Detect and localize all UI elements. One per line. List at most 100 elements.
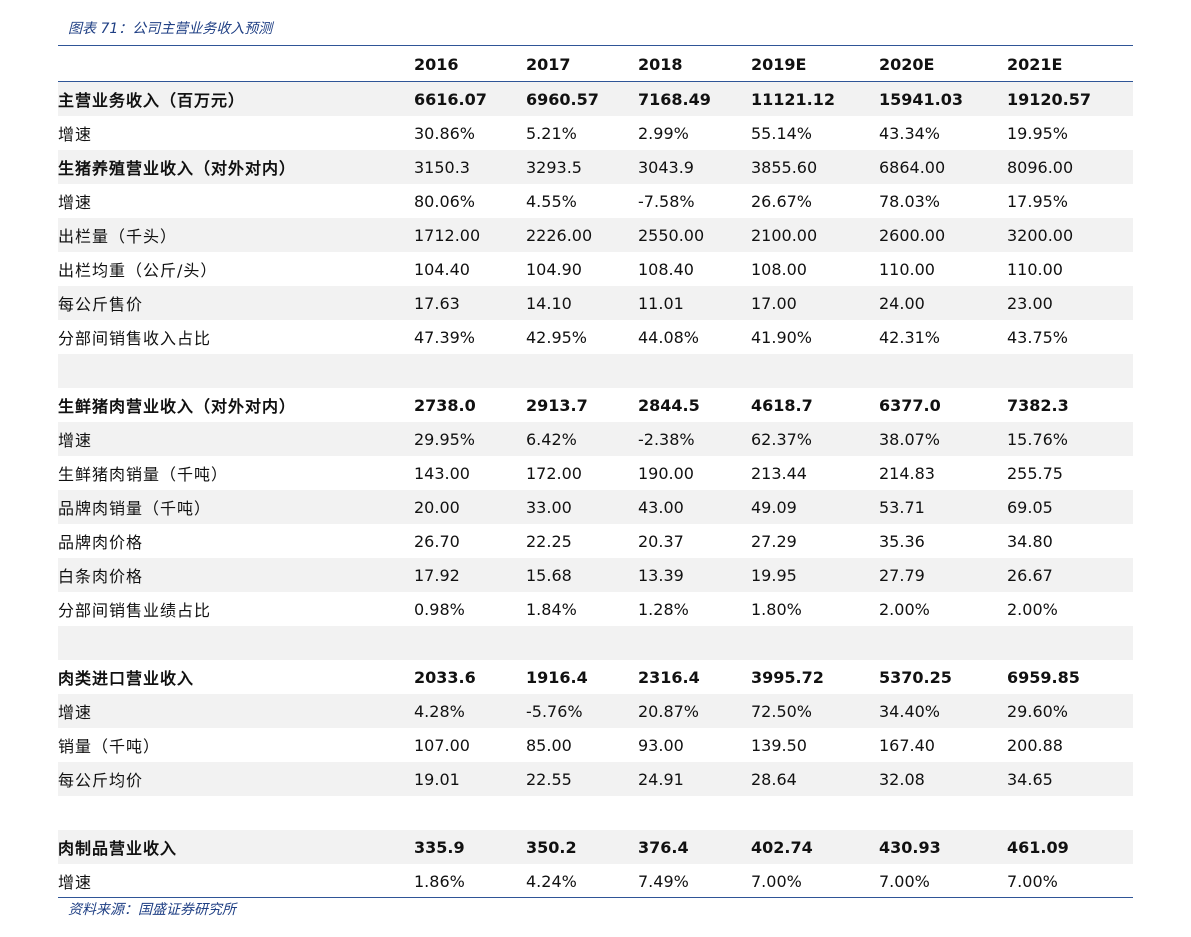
table-cell: 34.40%	[879, 694, 1007, 728]
table-cell: 1.28%	[638, 599, 689, 619]
table-cell: 17.00	[751, 286, 879, 320]
source-note: 资料来源：国盛证券研究所	[68, 902, 236, 918]
table-cell: 19.95%	[1007, 123, 1069, 143]
table-cell: 27.29	[751, 531, 797, 551]
table-cell: 43.34%	[879, 123, 941, 143]
table-row: 肉类进口营业收入 2033.6 1916.4 2316.4 3995.72 53…	[58, 660, 1133, 694]
row-label: 销量（千吨）	[58, 737, 161, 756]
table-row: 每公斤均价 19.01 22.55 24.91 28.64 32.08 34.6…	[58, 762, 1133, 796]
table-cell: 2844.5	[638, 395, 700, 415]
table-cell: 15.76%	[1007, 422, 1133, 456]
row-label: 每公斤售价	[58, 286, 414, 320]
table-cell: 430.93	[879, 830, 1007, 864]
column-header: 2017	[526, 47, 638, 82]
table-cell: 139.50	[751, 735, 807, 755]
table-cell: 190.00	[638, 463, 694, 483]
table-cell: 4.55%	[526, 191, 577, 211]
table-cell: 167.40	[879, 735, 935, 755]
table-cell: 108.00	[751, 259, 807, 279]
column-header: 2016	[414, 47, 526, 82]
table-cell: 49.09	[751, 490, 879, 524]
table-cell: 108.40	[638, 259, 694, 279]
table-row: 销量（千吨） 107.00 85.00 93.00 139.50 167.40 …	[58, 728, 1133, 762]
table-cell: 214.83	[879, 463, 935, 483]
row-label: 出栏均重（公斤/头）	[58, 261, 218, 280]
table-cell: 5.21%	[526, 123, 577, 143]
spacer-row	[58, 796, 1133, 830]
table-cell: 7382.3	[1007, 395, 1069, 415]
table-cell: 29.60%	[1007, 694, 1133, 728]
row-label: 每公斤均价	[58, 762, 414, 796]
table-cell: 7.00%	[879, 871, 930, 891]
table-cell: 8096.00	[1007, 150, 1133, 184]
table-cell: 350.2	[526, 830, 638, 864]
table-cell: 20.00	[414, 490, 526, 524]
table-cell: 2600.00	[879, 218, 1007, 252]
table-cell: 15.68	[526, 558, 638, 592]
table-row: 生鲜猪肉销量（千吨） 143.00 172.00 190.00 213.44 2…	[58, 456, 1133, 490]
table-cell: 30.86%	[414, 123, 476, 143]
table-cell: 19.95	[751, 558, 879, 592]
row-label: 生猪养殖营业收入（对外对内）	[58, 150, 414, 184]
table-row: 生猪养殖营业收入（对外对内） 3150.3 3293.5 3043.9 3855…	[58, 150, 1133, 184]
row-label: 增速	[58, 125, 93, 144]
row-label: 增速	[58, 422, 414, 456]
table-cell: 26.67	[1007, 558, 1133, 592]
table-cell: 2913.7	[526, 395, 588, 415]
table-cell: 44.08%	[638, 327, 700, 347]
table-cell: 6.42%	[526, 422, 638, 456]
column-header: 2018	[638, 47, 751, 82]
revenue-forecast-table: 2016 2017 2018 2019E 2020E 2021E 主营业务收入（…	[58, 47, 1133, 898]
header-label-cell	[58, 47, 414, 82]
table-cell: 172.00	[526, 463, 582, 483]
table-cell: 376.4	[638, 830, 751, 864]
table-cell: 34.65	[1007, 762, 1133, 796]
table-cell: 6864.00	[879, 150, 1007, 184]
table-cell: 34.80	[1007, 531, 1053, 551]
table-cell: 43.00	[638, 490, 751, 524]
table-cell: 6959.85	[1007, 667, 1080, 687]
table-cell: 22.25	[526, 531, 572, 551]
table-cell: 53.71	[879, 490, 1007, 524]
table-row: 增速 29.95% 6.42% -2.38% 62.37% 38.07% 15.…	[58, 422, 1133, 456]
table-cell: 15941.03	[879, 81, 1007, 116]
table-cell: 11.01	[638, 286, 751, 320]
table-cell: 6616.07	[414, 81, 526, 116]
table-cell: 461.09	[1007, 830, 1133, 864]
row-label: 分部间销售收入占比	[58, 329, 212, 348]
table-row: 增速 1.86% 4.24% 7.49% 7.00% 7.00% 7.00%	[58, 864, 1133, 898]
table-cell: 33.00	[526, 490, 638, 524]
column-header: 2019E	[751, 47, 879, 82]
table-cell: 4618.7	[751, 395, 813, 415]
table-cell: 0.98%	[414, 599, 465, 619]
table-cell: -7.58%	[638, 191, 695, 211]
table-cell: 3150.3	[414, 150, 526, 184]
table-cell: 7.00%	[751, 871, 802, 891]
figure-title: 图表 71：公司主营业务收入预测	[68, 21, 273, 37]
table-cell: 3995.72	[751, 667, 824, 687]
table-row: 白条肉价格 17.92 15.68 13.39 19.95 27.79 26.6…	[58, 558, 1133, 592]
table-cell: 22.55	[526, 762, 638, 796]
row-label: 主营业务收入（百万元）	[58, 81, 414, 116]
row-label: 分部间销售业绩占比	[58, 601, 212, 620]
table-cell: 41.90%	[751, 327, 813, 347]
table-cell: -2.38%	[638, 422, 751, 456]
table-row: 品牌肉价格 26.70 22.25 20.37 27.29 35.36 34.8…	[58, 524, 1133, 558]
spacer-row	[58, 626, 1133, 660]
table-cell: 17.95%	[1007, 191, 1069, 211]
table-cell: 2.00%	[879, 599, 930, 619]
table-cell: 17.92	[414, 558, 526, 592]
table-cell: 26.70	[414, 531, 460, 551]
table-cell: 23.00	[1007, 286, 1133, 320]
table-cell: 143.00	[414, 463, 470, 483]
table-cell: 2316.4	[638, 667, 700, 687]
table-cell: 24.91	[638, 762, 751, 796]
table-cell: 2550.00	[638, 218, 751, 252]
table-row: 肉制品营业收入 335.9 350.2 376.4 402.74 430.93 …	[58, 830, 1133, 864]
table-cell: 19.01	[414, 762, 526, 796]
table-cell: 32.08	[879, 762, 1007, 796]
table-cell: 2100.00	[751, 218, 879, 252]
table-cell: 213.44	[751, 463, 807, 483]
table-cell: 13.39	[638, 558, 751, 592]
table-cell: 200.88	[1007, 735, 1063, 755]
